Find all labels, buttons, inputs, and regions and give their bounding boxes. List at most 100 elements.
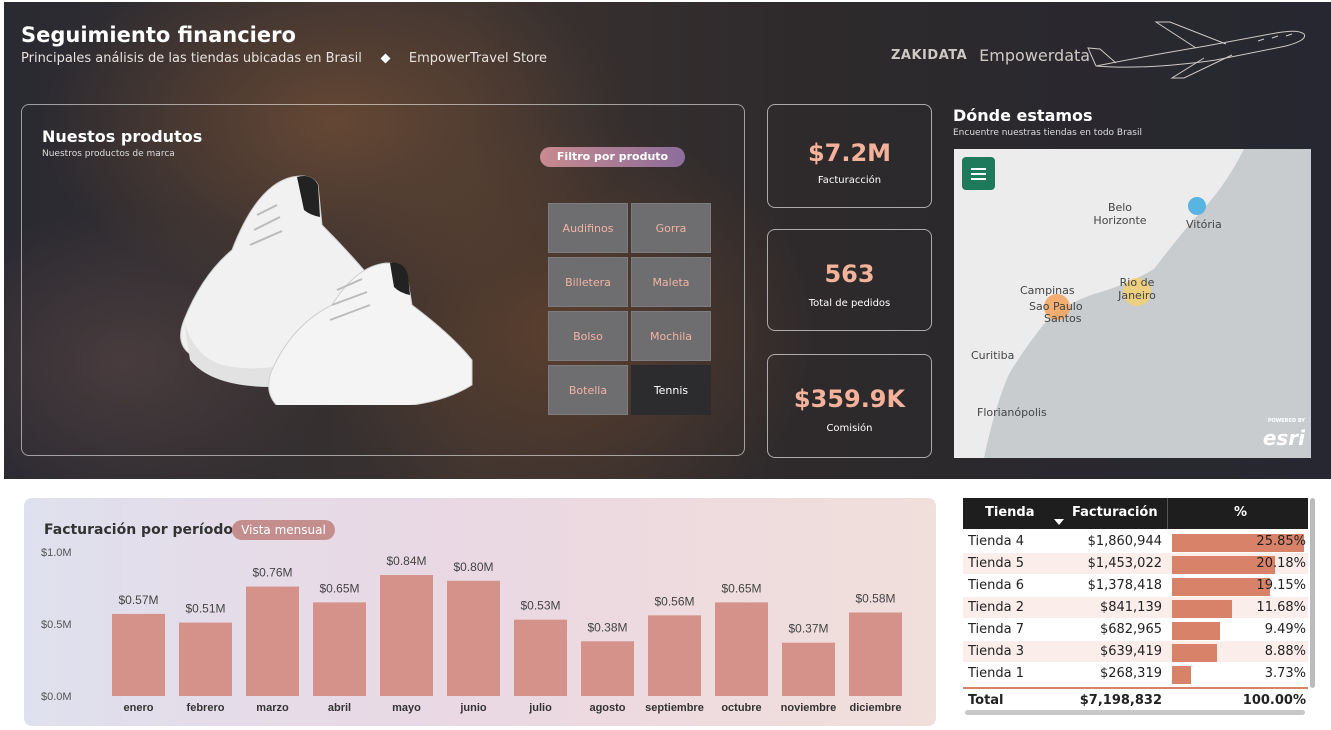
x-category-label: junio: [459, 702, 487, 714]
table-row[interactable]: Tienda 3 $639,419 8.88%: [963, 641, 1308, 662]
bar-value-label: $0.56M: [654, 594, 694, 608]
total-revenue: $7,198,832: [1079, 693, 1162, 708]
subtitle-text: Principales análisis de las tiendas ubic…: [21, 51, 362, 66]
table-row[interactable]: Tienda 1 $268,319 3.73%: [963, 663, 1308, 684]
cell-revenue: $1,860,944: [1087, 534, 1162, 549]
bar-value-label: $0.51M: [185, 602, 225, 616]
x-category-label: octubre: [721, 702, 761, 714]
table-vertical-scrollbar[interactable]: [1310, 498, 1315, 688]
x-category-label: diciembre: [850, 702, 902, 714]
city-campinas: Campinas: [1020, 284, 1075, 297]
cell-store: Tienda 1: [968, 666, 1025, 681]
esri-logo: POWERED BY esri: [1263, 418, 1305, 450]
x-category-label: mayo: [392, 702, 421, 714]
filter-mochila[interactable]: Mochila: [631, 311, 711, 361]
esri-powered-by: POWERED BY: [1267, 418, 1305, 424]
y-tick-label: $1.0M: [41, 547, 72, 559]
cell-pct: 25.85%: [1256, 534, 1306, 549]
table-horizontal-scrollbar[interactable]: [965, 710, 1305, 715]
kpi-commission-value: $359.9K: [793, 385, 906, 413]
table-row[interactable]: Tienda 4 $1,860,944 25.85%: [963, 531, 1308, 552]
bar-septiembre[interactable]: [648, 615, 701, 696]
cell-pct: 3.73%: [1264, 666, 1306, 681]
bar-diciembre[interactable]: [849, 612, 902, 696]
bar-value-label: $0.57M: [118, 593, 158, 607]
bar-julio[interactable]: [514, 619, 567, 696]
kpi-orders-label: Total de pedidos: [808, 298, 891, 309]
kpi-commission-label: Comisión: [826, 423, 873, 434]
table-row[interactable]: Tienda 6 $1,378,418 19.15%: [963, 575, 1308, 596]
city-florianopolis: Florianópolis: [977, 406, 1047, 419]
store-revenue-table: Tienda Facturación % Tienda 4 $1,860,944 2…: [963, 498, 1315, 716]
bar-abril[interactable]: [313, 602, 366, 696]
store-name: EmpowerTravel Store: [408, 51, 548, 66]
cell-store: Tienda 6: [968, 578, 1025, 593]
kpi-revenue-value: $7.2M: [807, 139, 892, 167]
table-row[interactable]: Tienda 5 $1,453,022 20.18%: [963, 553, 1308, 574]
brand-empowerdata: Empowerdata: [979, 46, 1091, 65]
cell-pct: 8.88%: [1264, 644, 1306, 659]
products-title: Nuestos produtos: [42, 127, 203, 146]
cell-pct: 9.49%: [1264, 622, 1306, 637]
airplane-icon: [1087, 21, 1306, 79]
sort-desc-icon: [1054, 519, 1064, 525]
product-filter-label: Filtro por produto: [540, 147, 685, 167]
chart-title: Facturación por período: [44, 522, 233, 538]
map-menu-button[interactable]: [962, 157, 995, 190]
page-subtitle: Principales análisis de las tiendas ubic…: [21, 51, 547, 66]
kpi-orders-value: 563: [824, 260, 875, 288]
filter-billetera[interactable]: Billetera: [548, 257, 628, 307]
table-row[interactable]: Tienda 2 $841,139 11.68%: [963, 597, 1308, 618]
x-category-label: noviembre: [781, 702, 837, 714]
kpi-card-orders: 563 Total de pedidos: [767, 229, 932, 331]
x-category-label: marzo: [256, 702, 289, 714]
store-map[interactable]: Belo Horizonte Vitória Campinas Sao Paul…: [954, 149, 1311, 458]
bar-value-label: $0.65M: [721, 581, 761, 595]
brand-zakidata: ZAKIDATA: [891, 48, 968, 63]
filter-audifinos[interactable]: Audifinos: [548, 203, 628, 253]
kpi-revenue-label: Facturacción: [817, 175, 882, 186]
cell-pct: 11.68%: [1256, 600, 1306, 615]
bar-value-label: $0.58M: [855, 591, 895, 605]
product-filter-grid: Audifinos Gorra Billetera Maleta Bolso M…: [548, 203, 711, 415]
map-title: Dónde estamos: [953, 106, 1093, 125]
filter-botella[interactable]: Botella: [548, 365, 628, 415]
diamond-icon: [380, 53, 391, 64]
table-row[interactable]: Tienda 7 $682,965 9.49%: [963, 619, 1308, 640]
bar-value-label: $0.84M: [386, 554, 426, 568]
col-header-store[interactable]: Tienda: [985, 505, 1034, 520]
pct-bar: [1172, 600, 1232, 618]
cell-store: Tienda 3: [968, 644, 1025, 659]
cell-store: Tienda 5: [968, 556, 1025, 571]
monthly-view-toggle[interactable]: Vista mensual: [232, 520, 335, 540]
bar-value-label: $0.37M: [788, 622, 828, 636]
city-rio-de-janeiro: Rio de Janeiro: [1118, 276, 1156, 302]
x-category-label: agosto: [589, 702, 625, 714]
filter-bolso[interactable]: Bolso: [548, 311, 628, 361]
products-panel: Nuestos produtos Nuestros productos de m…: [21, 104, 745, 456]
bar-octubre[interactable]: [715, 602, 768, 696]
filter-maleta[interactable]: Maleta: [631, 257, 711, 307]
total-pct: 100.00%: [1242, 693, 1306, 708]
total-label: Total: [968, 693, 1004, 708]
cell-store: Tienda 4: [968, 534, 1025, 549]
bar-value-label: $0.65M: [319, 581, 359, 595]
bar-agosto[interactable]: [581, 641, 634, 696]
y-tick-label: $0.5M: [41, 619, 72, 631]
bar-noviembre[interactable]: [782, 642, 835, 696]
city-vitoria: Vitória: [1186, 218, 1222, 231]
x-category-label: febrero: [187, 702, 225, 714]
bar-junio[interactable]: [447, 580, 500, 696]
revenue-chart-card: $0.0M $0.5M $1.0M $0.57M enero $0.51M febrero $…: [24, 498, 936, 726]
bar-enero[interactable]: [112, 613, 165, 696]
bar-value-label: $0.76M: [252, 566, 292, 580]
col-header-revenue[interactable]: Facturación: [1072, 505, 1158, 520]
x-category-label: enero: [124, 702, 154, 714]
filter-tennis[interactable]: Tennis: [631, 365, 711, 415]
col-header-pct[interactable]: %: [1234, 505, 1247, 520]
bar-mayo[interactable]: [380, 575, 433, 696]
bar-marzo[interactable]: [246, 586, 299, 696]
bar-febrero[interactable]: [179, 622, 232, 696]
filter-gorra[interactable]: Gorra: [631, 203, 711, 253]
cell-revenue: $682,965: [1099, 622, 1162, 637]
